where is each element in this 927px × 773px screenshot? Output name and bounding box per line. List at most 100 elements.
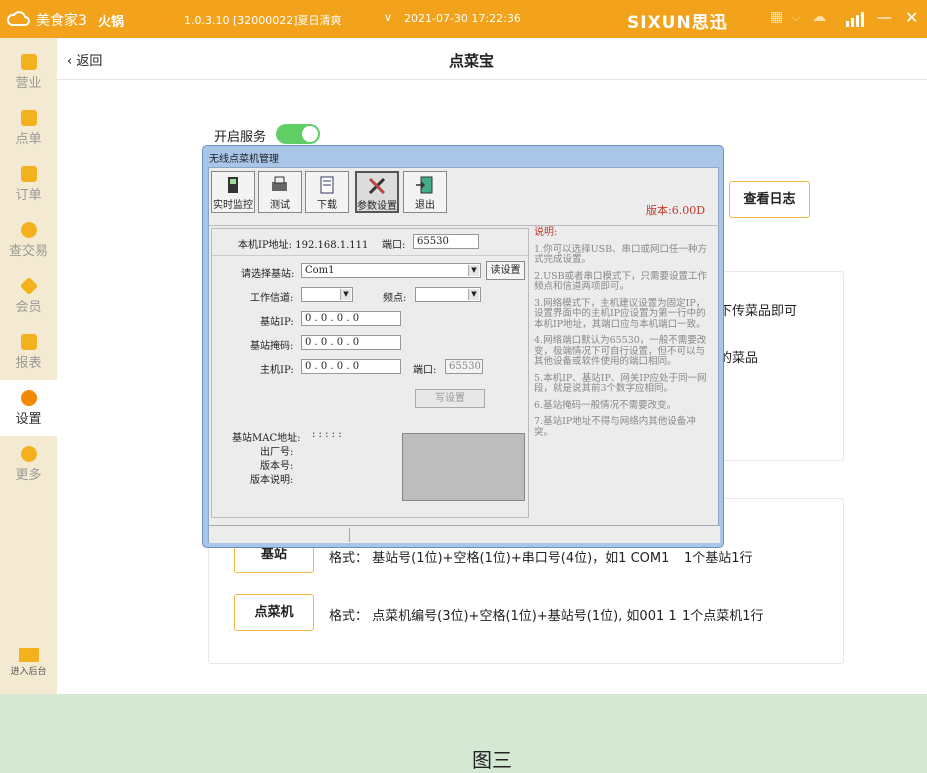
download-tool-icon <box>320 176 334 194</box>
factory-label: 出厂号: <box>260 447 294 458</box>
sidebar-item-label: 查交易 <box>8 244 48 259</box>
tool-label: 退出 <box>415 200 435 211</box>
monitor-icon <box>18 648 39 662</box>
settings-area: 本机IP地址: 192.168.1.111 端口: 65530 请选择基站: C… <box>211 228 529 518</box>
sidebar-item-more[interactable]: 更多 <box>0 436 57 492</box>
base-count-text: 1个基站1行 <box>684 551 753 566</box>
local-ip-label: 本机IP地址: 192.168.1.111 <box>238 240 369 251</box>
backend-label: 进入后台 <box>10 667 47 677</box>
brand-logo: SIXUN思迅 <box>627 13 728 33</box>
service-label: 开启服务 <box>214 130 267 145</box>
help-item: 1.你可以选择USB、串口或网口任一种方式完成设置。 <box>534 243 708 265</box>
figure-caption: 图三 <box>472 748 512 772</box>
tools-icon <box>368 177 386 195</box>
host-ip-input[interactable]: 0 . 0 . 0 . 0 <box>301 359 401 374</box>
chevron-down-icon: ▼ <box>340 289 351 300</box>
channel-label: 工作信道: <box>250 293 294 304</box>
caption-area: 图三 <box>0 694 927 773</box>
sidebar-item-settings[interactable]: 设置 <box>0 380 57 436</box>
port2-label: 端口: <box>413 365 437 376</box>
base-ip-label: 基站IP: <box>260 317 294 328</box>
base-mask-label: 基站掩码: <box>250 341 294 352</box>
view-log-button[interactable]: 查看日志 <box>729 181 810 218</box>
grid-chevron-icon[interactable]: ⌵ <box>792 11 800 25</box>
mac-label: 基站MAC地址: <box>232 433 301 444</box>
freq-label: 频点: <box>383 293 407 304</box>
version-no-label: 版本号: <box>260 461 294 472</box>
tool-exit-button[interactable]: 退出 <box>403 171 447 213</box>
minimize-button[interactable]: — <box>877 8 892 26</box>
sub-header: ‹ 返回 点菜宝 <box>57 38 927 80</box>
device-format-text: 格式： 点菜机编号(3位)+空格(1位)+基站号(1位), 如001 1 <box>329 609 677 624</box>
channel-select[interactable]: ▼ <box>301 287 353 302</box>
tool-label: 参数设置 <box>357 201 397 212</box>
sidebar-item-label: 报表 <box>15 356 42 371</box>
datetime: 2021-07-30 17:22:36 <box>404 12 521 25</box>
sidebar-item-label: 营业 <box>15 76 42 91</box>
sidebar-item-order[interactable]: 点单 <box>0 100 57 156</box>
version-desc-label: 版本说明: <box>250 475 294 486</box>
sidebar-item-orders[interactable]: 订单 <box>0 156 57 212</box>
help-item: 7.基站IP地址不得与网络内其他设备冲突。 <box>534 416 696 438</box>
select-base-label: 请选择基站: <box>241 269 295 280</box>
base-ip-input[interactable]: 0 . 0 . 0 . 0 <box>301 311 401 326</box>
backend-button[interactable]: 进入后台 <box>0 638 57 688</box>
tool-download-button[interactable]: 下载 <box>305 171 349 213</box>
sidebar-item-transactions[interactable]: 查交易 <box>0 212 57 268</box>
test-tool-icon <box>272 176 287 191</box>
port2-input[interactable]: 65530 <box>445 359 483 374</box>
tool-label: 实时监控 <box>213 200 253 211</box>
dropdown-chevron-icon[interactable]: ∨ <box>384 11 392 24</box>
diamond-icon <box>19 276 38 296</box>
signal-icon <box>846 12 864 27</box>
version-text: 版本:6.00D <box>646 204 706 217</box>
list-icon <box>20 166 37 182</box>
cloud-logo-icon <box>6 11 30 26</box>
help-item: 6.基站掩码一般情况不需要改变。 <box>534 399 677 411</box>
title-bar: 美食家3 火锅 1.0.3.10 [32000022]夏日清爽 ∨ 2021-0… <box>0 0 927 38</box>
base-mask-input[interactable]: 0 . 0 . 0 . 0 <box>301 335 401 350</box>
dialog-title: 无线点菜机管理 <box>209 154 279 165</box>
close-button[interactable]: ✕ <box>905 8 918 27</box>
page-title: 点菜宝 <box>449 52 495 70</box>
host-ip-label: 主机IP: <box>260 365 294 376</box>
tool-monitor-button[interactable]: 实时监控 <box>211 171 255 213</box>
report-icon <box>20 334 37 350</box>
device-button[interactable]: 点菜机 <box>234 594 314 631</box>
write-settings-button[interactable]: 写设置 <box>415 389 485 408</box>
sidebar-item-label: 点单 <box>15 132 42 147</box>
sidebar-item-reports[interactable]: 报表 <box>0 324 57 380</box>
grid-icon[interactable]: ▦ <box>770 9 783 25</box>
read-settings-button[interactable]: 读设置 <box>486 261 525 280</box>
toggle-knob <box>302 126 318 142</box>
mac-value: : : : : : <box>312 429 342 440</box>
hand-icon <box>20 110 37 126</box>
app-name: 美食家3 <box>36 13 87 29</box>
tool-label: 测试 <box>270 200 290 211</box>
version-info: 1.0.3.10 [32000022]夏日清爽 <box>184 14 342 27</box>
help-text: 说明: 1.你可以选择USB、串口或网口任一种方式完成设置。 2.USB或者串口… <box>534 227 714 444</box>
port-label: 端口: <box>382 240 406 251</box>
help-item: 3.网络模式下，主机建议设置为固定IP，设置界面中的主机IP应设置为第一行中的本… <box>534 297 706 330</box>
sidebar: 营业 点单 订单 查交易 会员 报表 设置 更多 进入后台 <box>0 38 57 694</box>
shop-name: 火锅 <box>98 15 125 30</box>
dialog-body: 实时监控 测试 下载 参数设置 退出 版本:6.00D 本机IP地址: 192.… <box>208 167 720 543</box>
monitor-tool-icon <box>228 177 238 193</box>
help-item: 2.USB或者串口模式下，只需要设置工作频点和信道两项即可。 <box>534 270 708 292</box>
tool-params-button[interactable]: 参数设置 <box>355 171 399 213</box>
back-button[interactable]: ‹ 返回 <box>67 50 102 69</box>
chevron-down-icon: ▼ <box>468 265 479 276</box>
base-select[interactable]: Com1 ▼ <box>301 263 481 278</box>
gear-icon <box>20 390 37 406</box>
sidebar-item-members[interactable]: 会员 <box>0 268 57 324</box>
cloud-status-icon: ☁ <box>812 9 826 25</box>
sidebar-item-label: 更多 <box>15 468 42 483</box>
port-input[interactable]: 65530 <box>413 234 479 249</box>
tool-test-button[interactable]: 测试 <box>258 171 302 213</box>
service-toggle[interactable] <box>276 124 320 144</box>
sidebar-item-business[interactable]: 营业 <box>0 44 57 100</box>
base-select-value: Com1 <box>305 265 335 276</box>
wireless-manager-dialog: 无线点菜机管理 实时监控 测试 下载 参数设置 退出 版本:6.00D 本机IP… <box>202 145 724 548</box>
freq-select[interactable]: ▼ <box>415 287 481 302</box>
help-item: 4.网络端口默认为65530，一般不需要改变，极端情况下可自行设置，但不可以与其… <box>534 335 707 367</box>
